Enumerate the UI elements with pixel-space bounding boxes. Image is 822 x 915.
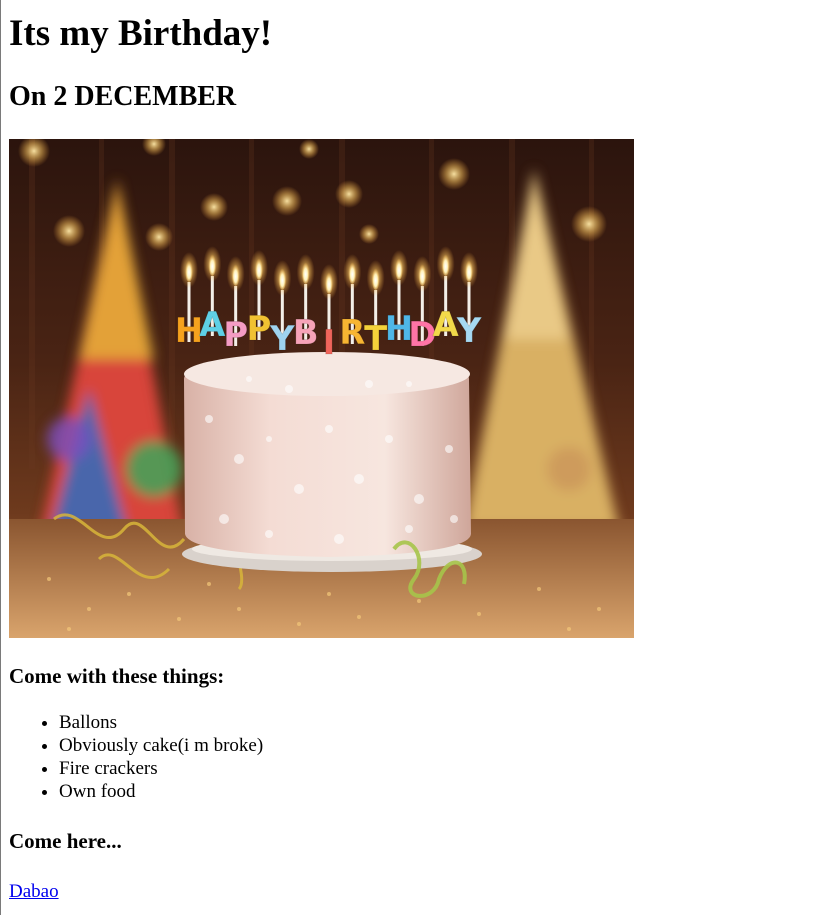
list-item: Fire crackers xyxy=(59,757,814,780)
page-content: Its my Birthday! On 2 DECEMBER H A P P Y… xyxy=(9,0,814,903)
candle-flame xyxy=(255,256,263,280)
candle-flame xyxy=(278,266,287,290)
candle-letter: P xyxy=(247,309,272,349)
things-heading: Come with these things: xyxy=(9,664,225,688)
window-left-border xyxy=(0,0,1,915)
candle-flame xyxy=(441,252,450,276)
candle-letter: B xyxy=(293,313,319,353)
candle-flame xyxy=(185,258,193,282)
birthday-cake-photo: HAPPYB I RTHDAY xyxy=(9,139,634,638)
candle-flame xyxy=(465,258,473,282)
date-heading: On 2 DECEMBER xyxy=(9,81,237,112)
page-title: Its my Birthday! xyxy=(9,13,273,54)
candle-flame xyxy=(301,260,310,284)
list-item: Obviously cake(i m broke) xyxy=(59,734,814,757)
list-item: Own food xyxy=(59,780,814,803)
candle-letter: I xyxy=(323,323,336,363)
candle-flame xyxy=(208,252,217,276)
candle-letter: A xyxy=(433,305,460,345)
candle-letter: Y xyxy=(269,319,295,359)
come-heading: Come here... xyxy=(9,829,122,853)
candle-letter: P xyxy=(223,315,248,355)
candle-letter: R xyxy=(339,313,365,353)
candle-letter: Y xyxy=(456,311,482,351)
candle-flame xyxy=(418,262,427,286)
candle-flame xyxy=(231,262,240,286)
candle-letter: A xyxy=(199,305,226,345)
list-item: Ballons xyxy=(59,711,814,734)
dabao-link[interactable]: Dabao xyxy=(9,881,59,903)
candle-flame xyxy=(348,260,357,284)
candle-flame xyxy=(325,270,333,294)
candle-flame xyxy=(371,266,380,290)
things-list: Ballons Obviously cake(i m broke) Fire c… xyxy=(9,711,814,803)
candle-flame xyxy=(395,256,403,280)
